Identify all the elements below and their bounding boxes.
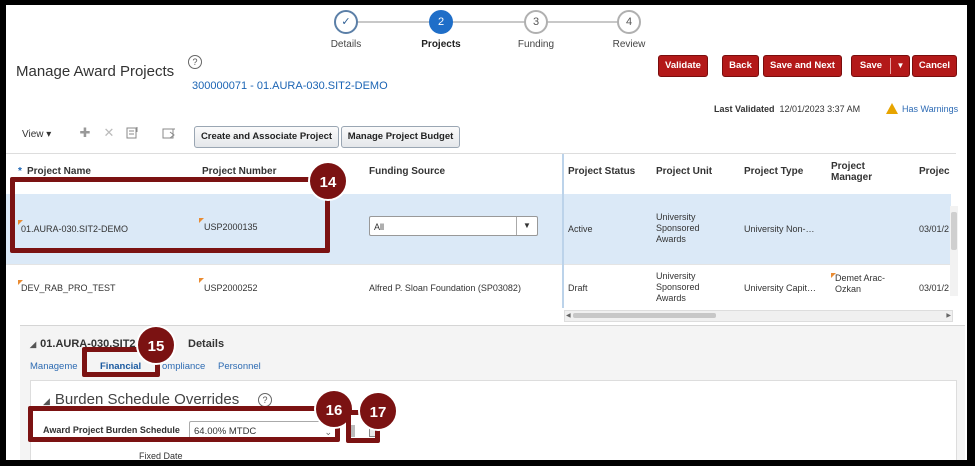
create-and-associate-project-button[interactable]: Create and Associate Project	[194, 126, 339, 148]
train-step-funding[interactable]: 3 Funding	[491, 10, 581, 50]
col-project-manager[interactable]: Project Manager	[831, 161, 891, 183]
last-validated-value: 12/01/2023 3:37 AM	[779, 104, 861, 114]
train-step-projects[interactable]: 2 Projects	[396, 10, 486, 50]
back-button[interactable]: Back	[722, 55, 759, 77]
col-project-more[interactable]: Projec	[919, 166, 950, 177]
save-button[interactable]: Save	[852, 56, 890, 76]
add-icon[interactable]: ✚	[78, 126, 92, 140]
project-status-cell: Draft	[568, 283, 588, 293]
train-step-label: Projects	[421, 39, 461, 50]
col-funding-source[interactable]: Funding Source	[369, 166, 445, 177]
callout-badge-15: 15	[136, 325, 176, 365]
train-step-details[interactable]: ✓ Details	[301, 10, 391, 50]
scrollbar-thumb[interactable]	[951, 212, 957, 250]
page-title: Manage Award Projects	[16, 63, 175, 80]
help-icon[interactable]: ?	[188, 55, 202, 69]
view-menu[interactable]: View ▾	[22, 129, 51, 140]
award-link[interactable]: 300000071 - 01.AURA-030.SIT2-DEMO	[192, 80, 388, 92]
last-validated-label: Last Validated	[714, 104, 775, 114]
project-date-cell: 03/01/2	[919, 283, 950, 293]
project-name-cell[interactable]: DEV_RAB_PRO_TEST	[21, 283, 116, 294]
horizontal-scrollbar[interactable]: ◀ ▶	[564, 310, 953, 322]
scroll-left-icon[interactable]: ◀	[566, 311, 571, 321]
callout-badge-17: 17	[358, 391, 398, 431]
export-icon[interactable]	[162, 126, 176, 140]
frozen-column-divider	[562, 154, 564, 308]
save-split-button[interactable]: Save ▼	[851, 55, 910, 77]
last-validated: Last Validated 12/01/2023 3:37 AM	[714, 104, 860, 114]
funding-source-select[interactable]: All ▼	[369, 216, 538, 236]
project-type-cell: University Non-…	[744, 224, 815, 234]
project-unit-cell: University Sponsored Awards	[656, 212, 700, 244]
project-number-cell[interactable]: USP2000252	[204, 283, 258, 294]
vertical-scrollbar[interactable]	[950, 206, 958, 296]
help-icon[interactable]: ?	[258, 393, 272, 407]
check-icon: ✓	[334, 10, 358, 34]
train-step-number: 2	[429, 10, 453, 34]
delete-icon[interactable]: ✕	[102, 126, 116, 140]
save-menu-arrow-icon[interactable]: ▼	[892, 56, 909, 76]
process-train: ✓ Details 2 Projects 3 Funding 4 Review	[6, 10, 967, 60]
funding-source-value: All	[374, 222, 385, 232]
has-warnings-link[interactable]: Has Warnings	[902, 104, 958, 114]
train-step-number: 3	[524, 10, 548, 34]
funding-source-cell: Alfred P. Sloan Foundation (SP03082)	[369, 283, 521, 293]
tab-management[interactable]: Manageme	[30, 361, 78, 372]
train-step-review[interactable]: 4 Review	[584, 10, 674, 50]
fixed-date-label: Fixed Date	[139, 451, 183, 460]
train-step-label: Funding	[517, 39, 555, 50]
details-title-suffix: Details	[188, 338, 225, 350]
project-unit-cell: University Sponsored Awards	[656, 271, 700, 303]
edit-columns-icon	[126, 127, 138, 139]
export-icon	[162, 128, 175, 139]
project-type-cell: University Capit…	[744, 283, 817, 293]
callout-badge-14: 14	[308, 161, 348, 201]
callout-box-project-name	[10, 177, 330, 253]
scrollbar-thumb[interactable]	[573, 313, 716, 318]
train-step-label: Details	[330, 39, 362, 50]
col-project-name[interactable]: Project Name	[27, 166, 91, 177]
save-and-next-button[interactable]: Save and Next	[763, 55, 842, 77]
table-row[interactable]: DEV_RAB_PRO_TEST USP2000252 Alfred P. Sl…	[6, 264, 951, 309]
warning-icon	[886, 103, 898, 114]
scroll-right-icon[interactable]: ▶	[946, 311, 951, 321]
train-step-number: 4	[617, 10, 641, 34]
collapse-icon[interactable]: ◢	[30, 340, 36, 349]
dropdown-arrow-icon[interactable]: ▼	[516, 217, 537, 235]
tab-compliance[interactable]: ompliance	[162, 361, 205, 372]
col-project-unit[interactable]: Project Unit	[656, 166, 712, 177]
app-frame: ✓ Details 2 Projects 3 Funding 4 Review …	[6, 5, 967, 460]
col-project-type[interactable]: Project Type	[744, 166, 803, 177]
validate-button[interactable]: Validate	[658, 55, 708, 77]
col-project-status[interactable]: Project Status	[568, 166, 635, 177]
collapse-icon[interactable]: ◢	[43, 396, 50, 406]
edit-columns-icon[interactable]	[126, 126, 140, 140]
cancel-button[interactable]: Cancel	[912, 55, 957, 77]
train-step-label: Review	[612, 39, 646, 50]
manage-project-budget-button[interactable]: Manage Project Budget	[341, 126, 460, 148]
required-marker: *	[18, 166, 22, 177]
callout-box-burden-schedule	[28, 406, 340, 442]
split-divider	[890, 58, 891, 74]
project-manager-cell: Demet Arac-Ozkan	[835, 273, 886, 294]
project-date-cell: 03/01/2	[919, 224, 950, 234]
col-project-number[interactable]: Project Number	[202, 166, 276, 177]
project-status-cell: Active	[568, 224, 593, 234]
tab-personnel[interactable]: Personnel	[218, 361, 261, 372]
